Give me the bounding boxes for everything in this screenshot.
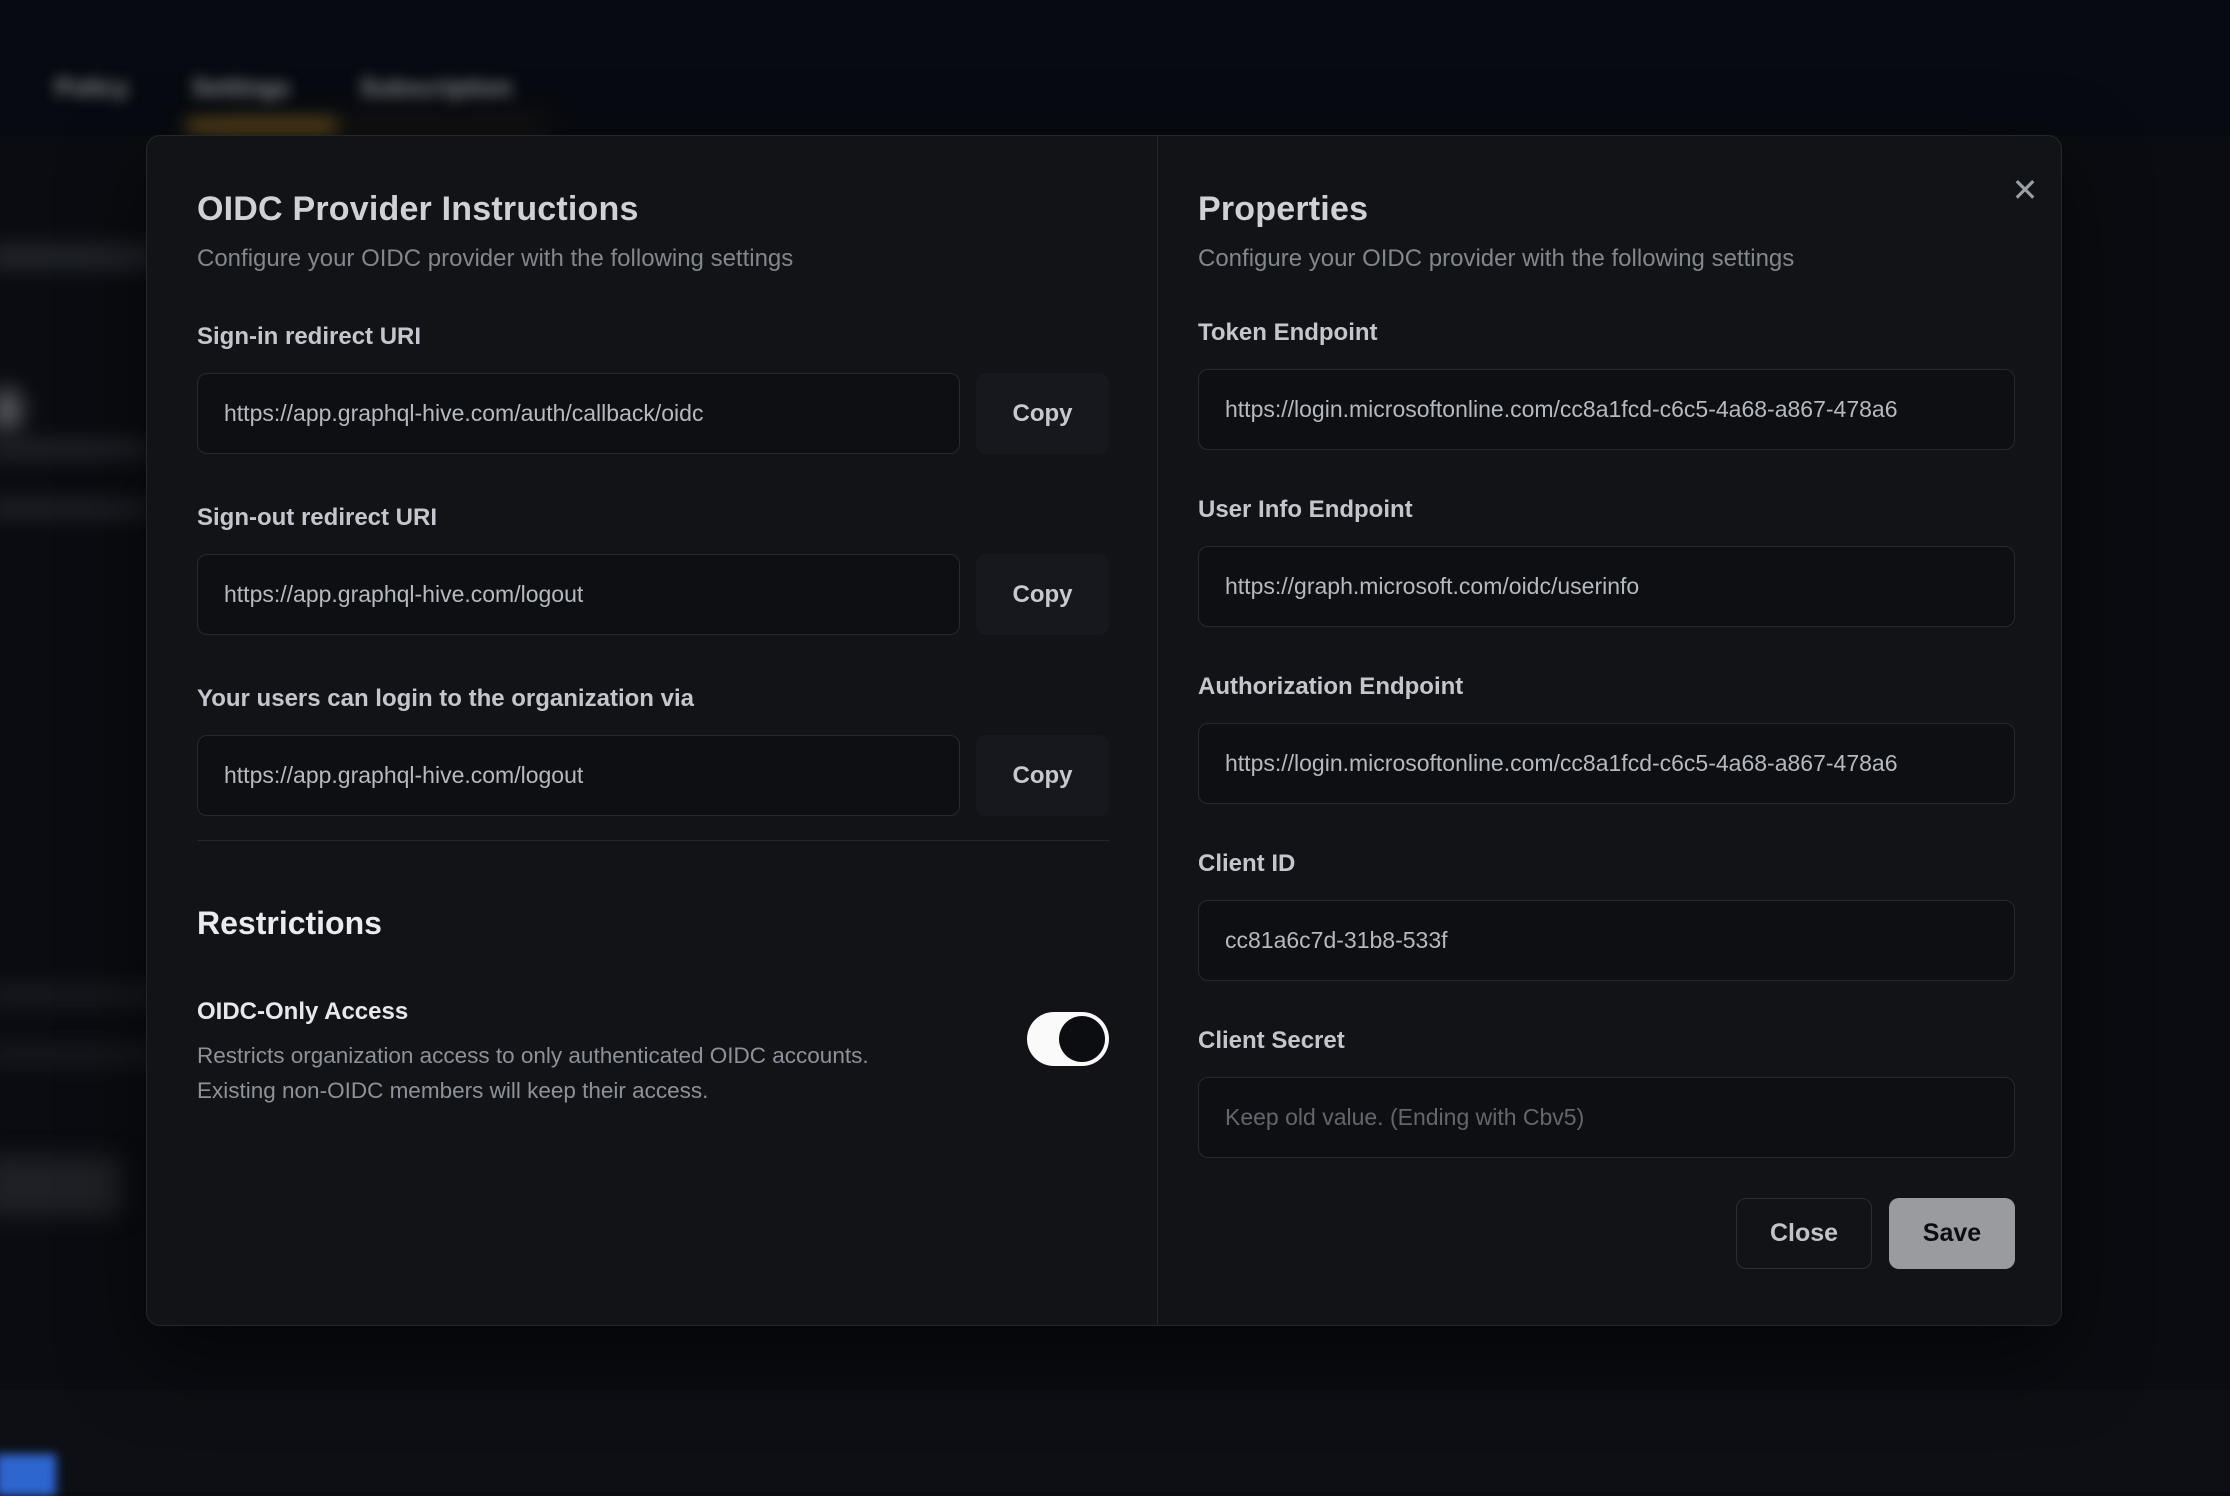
client-id-field: Client ID	[1198, 850, 2015, 981]
tab-subscription[interactable]: Subscription	[356, 70, 516, 106]
signin-copy-button[interactable]: Copy	[976, 373, 1109, 454]
background-blurred-text	[0, 1044, 165, 1066]
signin-redirect-input[interactable]	[197, 373, 960, 454]
login-via-copy-button[interactable]: Copy	[976, 735, 1109, 816]
background-blurred-text	[0, 438, 150, 460]
userinfo-endpoint-input[interactable]	[1198, 546, 2015, 627]
page-top-strip	[0, 0, 2230, 135]
userinfo-endpoint-field: User Info Endpoint	[1198, 496, 2015, 627]
page-bottom-band	[0, 1390, 2230, 1492]
properties-panel: ✕ Properties Configure your OIDC provide…	[1158, 136, 2061, 1325]
signin-redirect-label: Sign-in redirect URI	[197, 323, 1109, 351]
oidc-settings-modal: OIDC Provider Instructions Configure you…	[146, 135, 2062, 1326]
authorization-endpoint-field: Authorization Endpoint	[1198, 673, 2015, 804]
properties-title: Properties	[1198, 190, 2015, 229]
signout-redirect-input[interactable]	[197, 554, 960, 635]
oidc-only-access-title: OIDC-Only Access	[197, 998, 997, 1026]
client-id-input[interactable]	[1198, 900, 2015, 981]
background-corner-accent	[0, 1454, 56, 1496]
restrictions-heading: Restrictions	[197, 905, 1109, 942]
login-via-label: Your users can login to the organization…	[197, 685, 1109, 713]
client-id-label: Client ID	[1198, 850, 2015, 878]
token-endpoint-field: Token Endpoint	[1198, 319, 2015, 450]
modal-actions: Close Save	[1198, 1198, 2015, 1269]
token-endpoint-label: Token Endpoint	[1198, 319, 2015, 347]
save-button[interactable]: Save	[1889, 1198, 2015, 1269]
active-tab-underline-glow	[210, 125, 550, 132]
authorization-endpoint-label: Authorization Endpoint	[1198, 673, 2015, 701]
signout-copy-button[interactable]: Copy	[976, 554, 1109, 635]
background-blurred-text	[0, 498, 150, 520]
tab-settings[interactable]: Settings	[186, 70, 296, 106]
background-blurred-button	[0, 1156, 121, 1216]
properties-subtitle: Configure your OIDC provider with the fo…	[1198, 245, 2015, 273]
userinfo-endpoint-label: User Info Endpoint	[1198, 496, 2015, 524]
oidc-only-description-line2: Existing non-OIDC members will keep thei…	[197, 1073, 997, 1108]
login-via-field: Your users can login to the organization…	[197, 685, 1109, 816]
instructions-title: OIDC Provider Instructions	[197, 190, 1109, 229]
client-secret-label: Client Secret	[1198, 1027, 2015, 1055]
authorization-endpoint-input[interactable]	[1198, 723, 2015, 804]
signin-redirect-field: Sign-in redirect URI Copy	[197, 323, 1109, 454]
close-button[interactable]: Close	[1736, 1198, 1872, 1269]
oidc-only-access-row: OIDC-Only Access Restricts organization …	[197, 998, 1109, 1108]
client-secret-input[interactable]	[1198, 1077, 2015, 1158]
background-blurred-dot	[0, 388, 22, 432]
oidc-only-access-toggle[interactable]	[1027, 1012, 1109, 1066]
close-icon[interactable]: ✕	[1997, 162, 2053, 218]
background-blurred-text	[0, 984, 165, 1006]
signout-redirect-field: Sign-out redirect URI Copy	[197, 504, 1109, 635]
tab-policy[interactable]: Policy	[52, 70, 132, 106]
signout-redirect-label: Sign-out redirect URI	[197, 504, 1109, 532]
login-via-input[interactable]	[197, 735, 960, 816]
token-endpoint-input[interactable]	[1198, 369, 2015, 450]
instructions-panel: OIDC Provider Instructions Configure you…	[147, 136, 1157, 1325]
toggle-knob	[1059, 1016, 1105, 1062]
client-secret-field: Client Secret	[1198, 1027, 2015, 1158]
oidc-only-description-line1: Restricts organization access to only au…	[197, 1038, 997, 1073]
instructions-subtitle: Configure your OIDC provider with the fo…	[197, 245, 1109, 273]
background-blurred-text	[0, 244, 155, 270]
section-divider	[197, 840, 1109, 841]
